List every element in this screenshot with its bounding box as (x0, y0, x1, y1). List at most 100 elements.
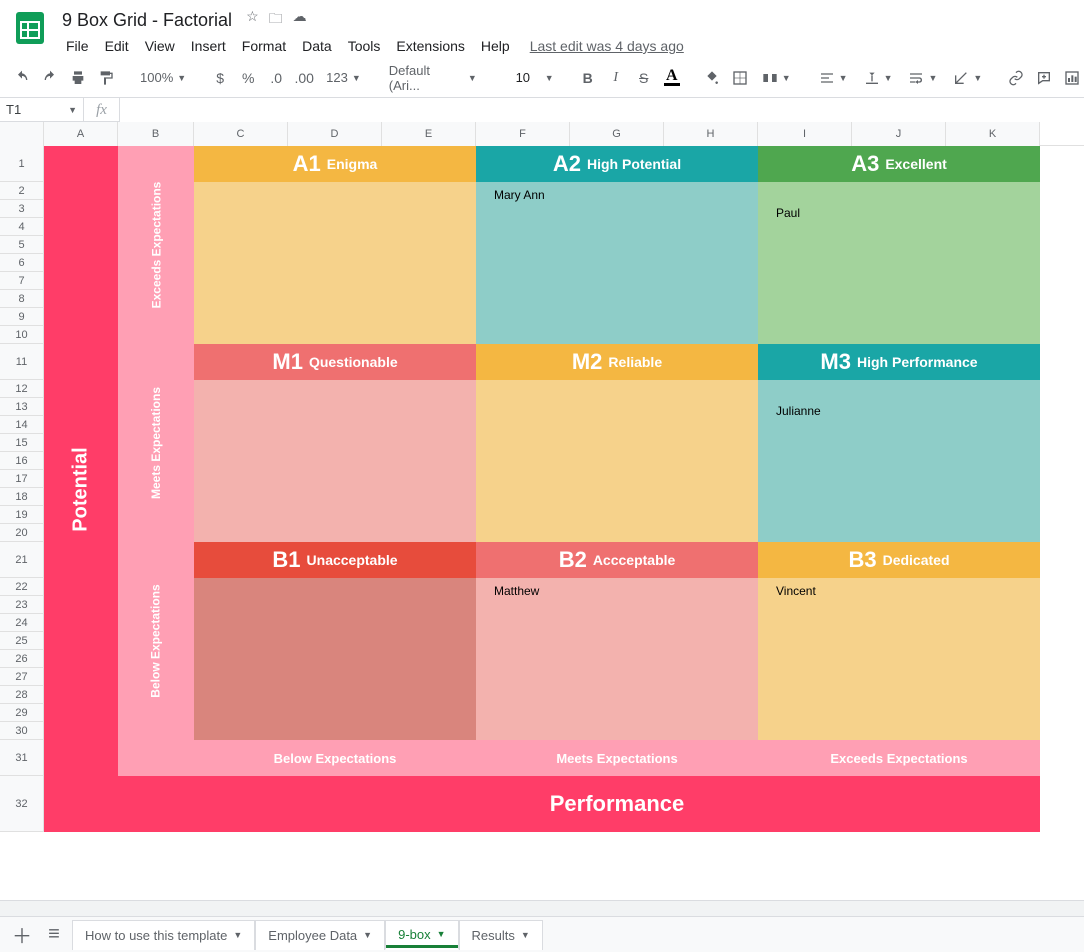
star-icon[interactable]: ☆ (246, 8, 259, 32)
row-header[interactable]: 32 (0, 776, 44, 832)
halign-dropdown[interactable]: ▼ (813, 64, 854, 92)
box-header-B2[interactable]: B2 Accceptable (476, 542, 758, 578)
row-header[interactable]: 12 (0, 380, 44, 398)
menu-data[interactable]: Data (294, 34, 340, 58)
row-header[interactable]: 16 (0, 452, 44, 470)
column-header[interactable]: K (946, 122, 1040, 146)
box-header-B3[interactable]: B3 Dedicated (758, 542, 1040, 578)
box-body-A3[interactable]: Paul (758, 182, 1040, 344)
sheet-tab[interactable]: Results▼ (459, 920, 543, 950)
sheet-tab[interactable]: Employee Data▼ (255, 920, 385, 950)
axis-corner[interactable] (118, 740, 194, 776)
box-body-M2[interactable] (476, 380, 758, 542)
row-header[interactable]: 18 (0, 488, 44, 506)
row-header[interactable]: 20 (0, 524, 44, 542)
menu-tools[interactable]: Tools (340, 34, 389, 58)
row-header[interactable]: 11 (0, 344, 44, 380)
row-header[interactable]: 25 (0, 632, 44, 650)
box-body-B2[interactable]: Matthew (476, 578, 758, 740)
box-body-A1[interactable] (194, 182, 476, 344)
valign-dropdown[interactable]: ▼ (858, 64, 899, 92)
cloud-icon[interactable]: ☁ (293, 8, 307, 32)
row-header[interactable]: 6 (0, 254, 44, 272)
column-header[interactable]: F (476, 122, 570, 146)
row-header[interactable]: 15 (0, 434, 44, 452)
box-body-B1[interactable] (194, 578, 476, 740)
increase-decimal-icon[interactable]: .00 (292, 64, 316, 92)
menu-view[interactable]: View (137, 34, 183, 58)
font-dropdown[interactable]: Default (Ari...▼ (383, 64, 483, 92)
column-header[interactable]: H (664, 122, 758, 146)
box-header-A2[interactable]: A2 High Potential (476, 146, 758, 182)
box-body-M3[interactable]: Julianne (758, 380, 1040, 542)
font-size-dropdown[interactable]: 10▼ (499, 64, 560, 92)
axis-performance-exceeds[interactable]: Exceeds Expectations (758, 740, 1040, 776)
spreadsheet-grid[interactable]: ABCDEFGHIJK 1234567891011121314151617181… (0, 122, 1084, 900)
column-header[interactable]: C (194, 122, 288, 146)
row-header[interactable]: 13 (0, 398, 44, 416)
row-header[interactable]: 23 (0, 596, 44, 614)
comment-icon[interactable] (1032, 64, 1056, 92)
box-body-B3[interactable]: Vincent (758, 578, 1040, 740)
row-header[interactable]: 21 (0, 542, 44, 578)
text-color-icon[interactable]: A (660, 64, 684, 92)
row-header[interactable]: 31 (0, 740, 44, 776)
decrease-decimal-icon[interactable]: .0 (264, 64, 288, 92)
menu-help[interactable]: Help (473, 34, 518, 58)
row-header[interactable]: 17 (0, 470, 44, 488)
menu-extensions[interactable]: Extensions (388, 34, 472, 58)
row-header[interactable]: 10 (0, 326, 44, 344)
undo-icon[interactable] (10, 64, 34, 92)
axis-potential[interactable]: Potential (44, 146, 118, 832)
print-icon[interactable] (66, 64, 90, 92)
horizontal-scrollbar[interactable] (0, 900, 1084, 916)
add-sheet-icon[interactable]: ＋ (8, 921, 36, 949)
axis-performance[interactable]: Performance (194, 776, 1040, 832)
row-header[interactable]: 19 (0, 506, 44, 524)
doc-title[interactable]: 9 Box Grid - Factorial (58, 9, 236, 32)
box-header-A3[interactable]: A3 Excellent (758, 146, 1040, 182)
borders-icon[interactable] (728, 64, 752, 92)
row-header[interactable]: 28 (0, 686, 44, 704)
axis-potential-meets[interactable]: Meets Expectations (118, 344, 194, 542)
column-header[interactable]: A (44, 122, 118, 146)
row-header[interactable]: 4 (0, 218, 44, 236)
last-edit-link[interactable]: Last edit was 4 days ago (530, 38, 684, 54)
sheet-tab[interactable]: 9-box▼ (385, 920, 458, 950)
box-body-A2[interactable]: Mary Ann (476, 182, 758, 344)
column-header[interactable]: J (852, 122, 946, 146)
row-header[interactable]: 22 (0, 578, 44, 596)
axis-corner2[interactable] (118, 776, 194, 832)
fill-color-icon[interactable] (700, 64, 724, 92)
row-header[interactable]: 2 (0, 182, 44, 200)
menu-format[interactable]: Format (234, 34, 294, 58)
row-header[interactable]: 29 (0, 704, 44, 722)
name-box[interactable]: T1▼ (0, 98, 84, 122)
menu-insert[interactable]: Insert (183, 34, 234, 58)
row-header[interactable]: 8 (0, 290, 44, 308)
axis-potential-exceeds[interactable]: Exceeds Expectations (118, 146, 194, 344)
column-header[interactable]: D (288, 122, 382, 146)
move-icon[interactable]: 🗀 (269, 8, 283, 32)
redo-icon[interactable] (38, 64, 62, 92)
box-body-M1[interactable] (194, 380, 476, 542)
percent-icon[interactable]: % (236, 64, 260, 92)
column-header[interactable]: I (758, 122, 852, 146)
box-header-B1[interactable]: B1 Unacceptable (194, 542, 476, 578)
zoom-dropdown[interactable]: 100%▼ (134, 64, 192, 92)
row-header[interactable]: 27 (0, 668, 44, 686)
currency-icon[interactable]: $ (208, 64, 232, 92)
row-header[interactable]: 30 (0, 722, 44, 740)
formula-input[interactable] (120, 98, 1084, 122)
wrap-dropdown[interactable]: ▼ (902, 64, 943, 92)
sheet-tab[interactable]: How to use this template▼ (72, 920, 255, 950)
row-header[interactable]: 14 (0, 416, 44, 434)
box-header-M3[interactable]: M3 High Performance (758, 344, 1040, 380)
more-formats-dropdown[interactable]: 123▼ (320, 64, 367, 92)
row-header[interactable]: 5 (0, 236, 44, 254)
box-header-M1[interactable]: M1 Questionable (194, 344, 476, 380)
box-header-M2[interactable]: M2 Reliable (476, 344, 758, 380)
column-header[interactable]: G (570, 122, 664, 146)
chart-icon[interactable] (1060, 64, 1084, 92)
merge-dropdown[interactable]: ▼ (756, 64, 797, 92)
